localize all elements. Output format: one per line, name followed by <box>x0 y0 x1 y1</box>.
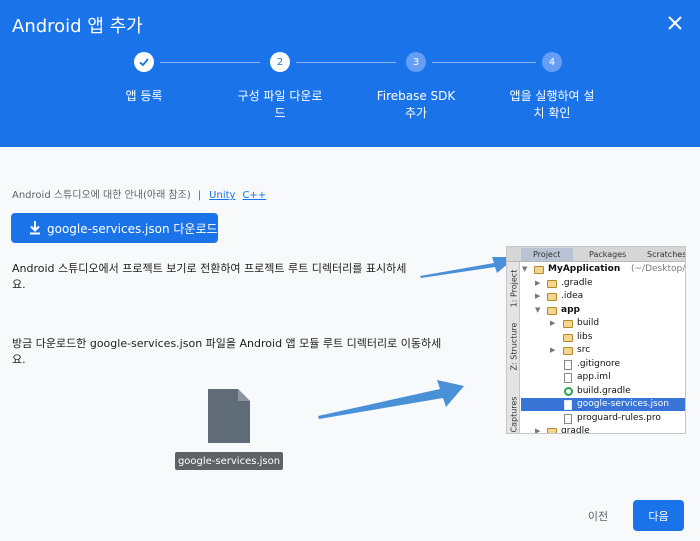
step-label: 구성 파일 다운로드 <box>237 89 323 120</box>
tree-label: build.gradle <box>577 386 631 396</box>
tree-item-gitignore: .gitignore <box>521 358 685 371</box>
tree-item-libs: libs <box>521 331 685 344</box>
tree-label: MyApplication <box>548 264 621 274</box>
step-label: Firebase SDK 추가 <box>376 89 456 120</box>
previous-button[interactable]: 이전 <box>578 502 618 530</box>
dialog-title: Android 앱 추가 <box>12 16 143 37</box>
download-button-label: google-services.json 다운로드 <box>47 221 218 236</box>
ide-side-bar: 1: Project Z: Structure Captures <box>507 262 520 433</box>
instruction-move-file: 방금 다운로드한 google-services.json 파일을 Androi… <box>12 337 442 366</box>
tree-label: app <box>561 305 580 315</box>
tree-item-google-services-json: google-services.json <box>521 398 685 411</box>
step-add-sdk: 3 Firebase SDK 추가 <box>361 52 471 122</box>
tree-item-app-iml: app.iml <box>521 371 685 384</box>
android-studio-screenshot: Project Packages Scratches 1: Project Z:… <box>506 246 686 434</box>
ide-tab-bar: Project Packages Scratches <box>507 247 686 262</box>
download-config-button[interactable]: google-services.json 다운로드 <box>11 213 218 243</box>
arrow-to-ide-tabs <box>420 257 516 278</box>
step-label: 앱을 실행하여 설치 확인 <box>509 89 595 120</box>
guide-text: Android 스튜디오에 대한 안내(아래 참조) <box>12 190 191 201</box>
step-download-config: 2 구성 파일 다운로드 <box>225 52 335 122</box>
platform-guide: Android 스튜디오에 대한 안내(아래 참조) | Unity C++ <box>12 186 273 201</box>
tree-label: proguard-rules.pro <box>577 413 661 423</box>
check-icon <box>139 58 149 67</box>
tree-item-app: ▼ app <box>535 305 580 315</box>
tree-label: google-services.json <box>577 399 669 409</box>
tree-item-build: ▶ build <box>550 318 600 328</box>
tree-label: app.iml <box>577 372 611 382</box>
next-button[interactable]: 다음 <box>633 500 684 531</box>
ide-tab-project: Project <box>521 248 573 261</box>
step-register-app: 앱 등록 <box>89 52 199 105</box>
instruction-switch-view: Android 스튜디오에서 프로젝트 보기로 전환하여 프로젝트 루트 디렉터… <box>12 262 407 291</box>
stepper: 앱 등록 2 구성 파일 다운로드 3 Firebase SDK 추가 4 앱을… <box>0 52 700 132</box>
step-number-circle: 2 <box>270 52 290 72</box>
tree-item-idea: ▶ .idea <box>535 291 584 301</box>
arrow-to-app-folder <box>318 380 464 419</box>
side-tab-captures: Captures <box>509 396 519 433</box>
tree-label: gradle <box>561 426 590 434</box>
tree-label: build <box>577 318 600 328</box>
tree-label: src <box>577 345 591 355</box>
download-icon <box>30 221 40 235</box>
close-button[interactable] <box>664 12 686 34</box>
tree-item-proguard: proguard-rules.pro <box>521 412 685 425</box>
tree-item-myapplication: ▼ MyApplication (~/Desktop/My <box>521 263 686 276</box>
json-file-icon <box>208 389 250 443</box>
tree-label: .idea <box>561 291 584 301</box>
tree-path: (~/Desktop/My <box>631 264 686 274</box>
step-run-app: 4 앱을 실행하여 설치 확인 <box>497 52 607 122</box>
file-name-chip: google-services.json <box>175 452 283 470</box>
ide-tab-scratches: Scratches <box>647 250 686 259</box>
tree-label: .gradle <box>561 278 593 288</box>
tree-item-gradle: ▶ gradle <box>521 425 685 434</box>
guide-separator: | <box>197 190 202 201</box>
close-icon <box>668 16 682 30</box>
unity-link[interactable]: Unity <box>209 190 235 201</box>
tree-item-src: ▶ src <box>550 345 591 355</box>
tree-item-build-gradle: build.gradle <box>521 385 685 398</box>
tree-item-gradle-dir: ▶ .gradle <box>535 278 593 288</box>
side-tab-project: 1: Project <box>509 269 519 308</box>
side-tab-structure: Z: Structure <box>509 322 519 371</box>
step-number-circle: 4 <box>542 52 562 72</box>
step-check-circle <box>134 52 154 72</box>
ide-tab-packages: Packages <box>589 250 627 259</box>
dialog-header: Android 앱 추가 앱 등록 2 구성 파일 다운로드 3 Firebas… <box>0 0 700 147</box>
tree-label: libs <box>577 332 593 342</box>
step-number-circle: 3 <box>406 52 426 72</box>
step-label: 앱 등록 <box>125 89 163 103</box>
tree-label: .gitignore <box>577 359 621 369</box>
cpp-link[interactable]: C++ <box>242 190 266 201</box>
